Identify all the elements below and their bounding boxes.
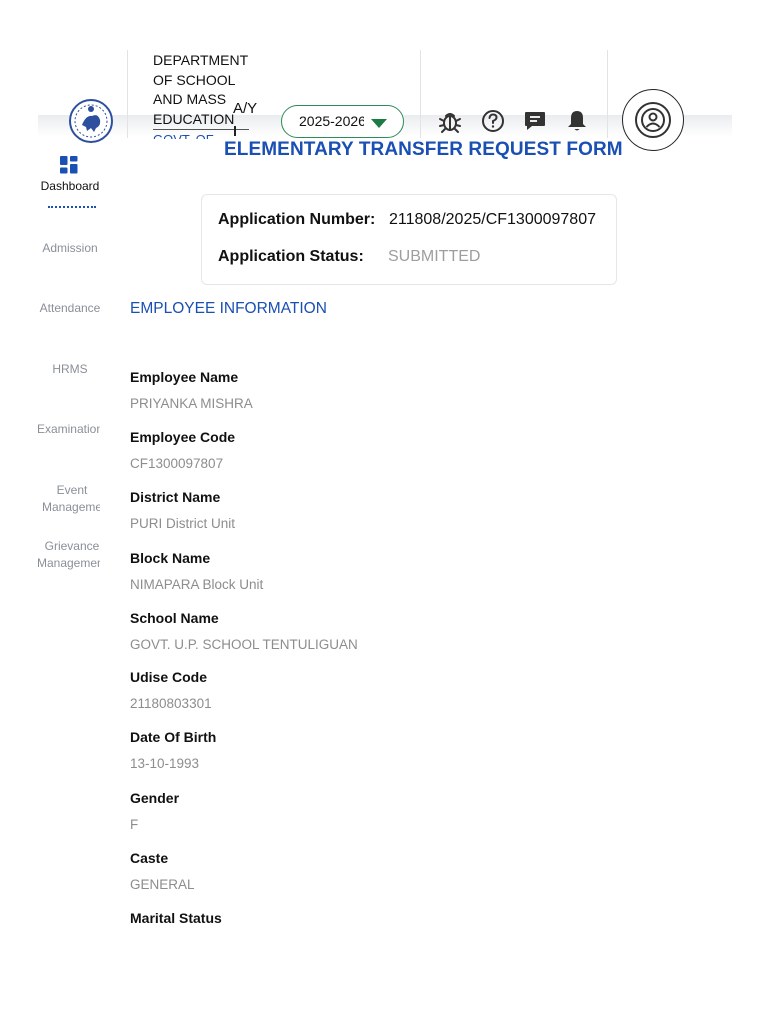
field-value: GOVT. U.P. SCHOOL TENTULIGUAN xyxy=(130,637,358,652)
sidebar-item-event-management[interactable]: Event Management xyxy=(42,482,100,516)
application-status-label: Application Status: xyxy=(218,248,364,265)
profile-icon xyxy=(631,98,675,142)
field-employee-code: Employee Code CF1300097807 xyxy=(130,428,690,473)
field-value: NIMAPARA Block Unit xyxy=(130,577,264,592)
sidebar-item-attendance[interactable]: Attendance xyxy=(14,300,100,317)
application-number-value: 211808/2025/CF1300097807 xyxy=(389,211,596,228)
field-label: District Name xyxy=(130,489,221,505)
odisha-emblem-icon[interactable] xyxy=(68,98,114,144)
chat-icon[interactable] xyxy=(522,108,548,134)
field-label: Caste xyxy=(130,850,169,866)
sidebar-item-hrms[interactable]: HRMS xyxy=(14,361,100,378)
sidebar-item-admission[interactable]: Admission xyxy=(14,240,100,257)
header-divider xyxy=(607,50,608,138)
field-value: GENERAL xyxy=(130,877,195,892)
field-value: F xyxy=(130,817,139,832)
field-block-name: Block Name NIMAPARA Block Unit xyxy=(130,549,690,594)
field-label: Employee Name xyxy=(130,369,239,385)
academic-year-select[interactable]: 2025-2026 xyxy=(281,105,404,138)
field-gender: Gender F xyxy=(130,789,690,834)
application-number-row: Application Number: 211808/2025/CF130009… xyxy=(218,211,596,229)
section-title: EMPLOYEE INFORMATION xyxy=(130,300,327,317)
bell-icon[interactable] xyxy=(564,108,590,134)
field-label: Employee Code xyxy=(130,429,236,445)
sidebar: Dashboard Admission Attendance HRMS Exam… xyxy=(0,140,100,1020)
field-employee-name: Employee Name PRIYANKA MISHRA xyxy=(130,368,690,413)
field-label: School Name xyxy=(130,610,219,626)
sidebar-item-grievance-management[interactable]: Grievance Management xyxy=(36,538,100,572)
dashboard-grid-icon xyxy=(60,156,78,174)
field-value: 13-10-1993 xyxy=(130,756,200,771)
page-title: ELEMENTARY TRANSFER REQUEST FORM xyxy=(224,139,623,160)
active-indicator xyxy=(48,206,96,208)
status-badge: SUBMITTED xyxy=(388,248,481,265)
field-label: Date Of Birth xyxy=(130,729,217,745)
bug-icon[interactable] xyxy=(437,108,463,134)
application-card: Application Number: 211808/2025/CF130009… xyxy=(201,194,617,285)
header-divider xyxy=(420,50,421,138)
field-value: CF1300097807 xyxy=(130,456,224,471)
field-district-name: District Name PURI District Unit xyxy=(130,488,690,533)
application-status-row: Application Status: SUBMITTED xyxy=(218,248,480,266)
field-school-name: School Name GOVT. U.P. SCHOOL TENTULIGUA… xyxy=(130,609,690,654)
field-date-of-birth: Date Of Birth 13-10-1993 xyxy=(130,728,690,773)
header-divider xyxy=(127,50,128,138)
field-caste: Caste GENERAL xyxy=(130,849,690,894)
ay-tick xyxy=(234,126,236,136)
field-marital-status: Marital Status xyxy=(130,909,690,936)
field-value: PURI District Unit xyxy=(130,516,236,531)
sidebar-item-examination[interactable]: Examination xyxy=(14,421,100,438)
field-value: PRIYANKA MISHRA xyxy=(130,396,253,411)
field-value: 21180803301 xyxy=(130,696,212,711)
field-label: Block Name xyxy=(130,550,211,566)
field-label: Marital Status xyxy=(130,910,222,926)
profile-button[interactable] xyxy=(622,89,684,151)
academic-year-label: A/Y xyxy=(233,100,258,117)
sidebar-item-dashboard[interactable]: Dashboard xyxy=(14,178,100,195)
academic-year-value: 2025-2026 xyxy=(299,113,364,129)
help-icon[interactable] xyxy=(480,108,506,134)
application-number-label: Application Number: xyxy=(218,211,376,228)
field-udise-code: Udise Code 21180803301 xyxy=(130,668,690,713)
department-name: DEPARTMENT OF SCHOOL AND MASS EDUCATION … xyxy=(153,51,251,139)
chevron-down-icon xyxy=(371,119,387,128)
field-label: Gender xyxy=(130,790,180,806)
field-label: Udise Code xyxy=(130,669,208,685)
